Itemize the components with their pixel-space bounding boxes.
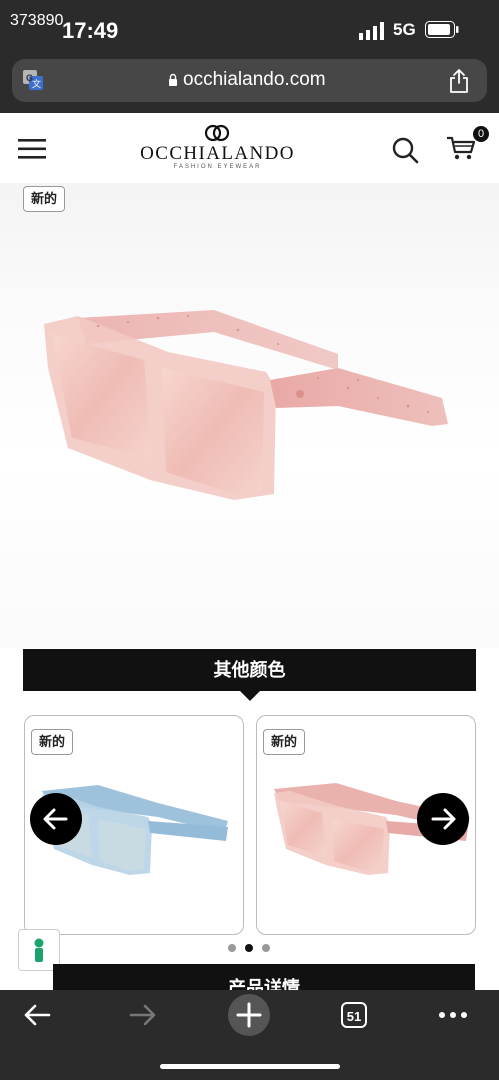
new-tab-button[interactable] — [228, 994, 270, 1036]
brand-logo-icon[interactable] — [204, 124, 230, 142]
carousel-dot[interactable] — [228, 944, 236, 952]
network-type: 5G — [393, 20, 416, 39]
lock-icon — [169, 73, 177, 86]
brand-tagline: FASHION EYEWEAR — [173, 164, 262, 170]
new-badge: 新的 — [31, 729, 74, 755]
back-arrow-icon[interactable] — [22, 1002, 52, 1028]
forward-arrow-icon[interactable] — [128, 1002, 158, 1028]
status-time: 17:49 — [62, 18, 119, 43]
plus-icon — [236, 1002, 262, 1028]
cart-icon[interactable] — [446, 135, 476, 161]
svg-text:文: 文 — [32, 78, 41, 90]
heading-pointer — [239, 690, 261, 701]
arrow-right-icon — [431, 808, 456, 830]
brand-name[interactable]: OCCHIALANDO — [137, 143, 298, 165]
more-icon[interactable] — [438, 1011, 468, 1019]
cart-count-badge: 0 — [473, 126, 489, 142]
other-colors-heading: 其他颜色 — [23, 649, 476, 691]
signal-bars-icon — [359, 22, 384, 40]
product-details-heading[interactable]: 产品详情 — [53, 964, 475, 990]
new-badge: 新的 — [263, 729, 306, 755]
search-icon[interactable] — [391, 136, 419, 164]
carousel-next-button[interactable] — [417, 793, 469, 845]
translate-icon[interactable]: G 文 — [22, 69, 44, 91]
share-icon[interactable] — [448, 68, 470, 94]
menu-icon[interactable] — [18, 139, 46, 159]
overlay-number: 373890 — [10, 12, 64, 29]
pink-sunglasses-image — [44, 310, 448, 500]
arrow-left-icon — [43, 808, 68, 830]
carousel-dot-active[interactable] — [245, 944, 253, 952]
product-details-label: 产品详情 — [228, 978, 300, 990]
home-indicator[interactable] — [160, 1064, 340, 1069]
carousel-prev-button[interactable] — [30, 793, 82, 845]
carousel-dot[interactable] — [262, 944, 270, 952]
tab-count-button[interactable]: 51 — [341, 1002, 367, 1028]
url-text[interactable]: occhialando.com — [183, 69, 326, 91]
battery-icon — [425, 21, 459, 38]
new-badge: 新的 — [23, 186, 66, 212]
